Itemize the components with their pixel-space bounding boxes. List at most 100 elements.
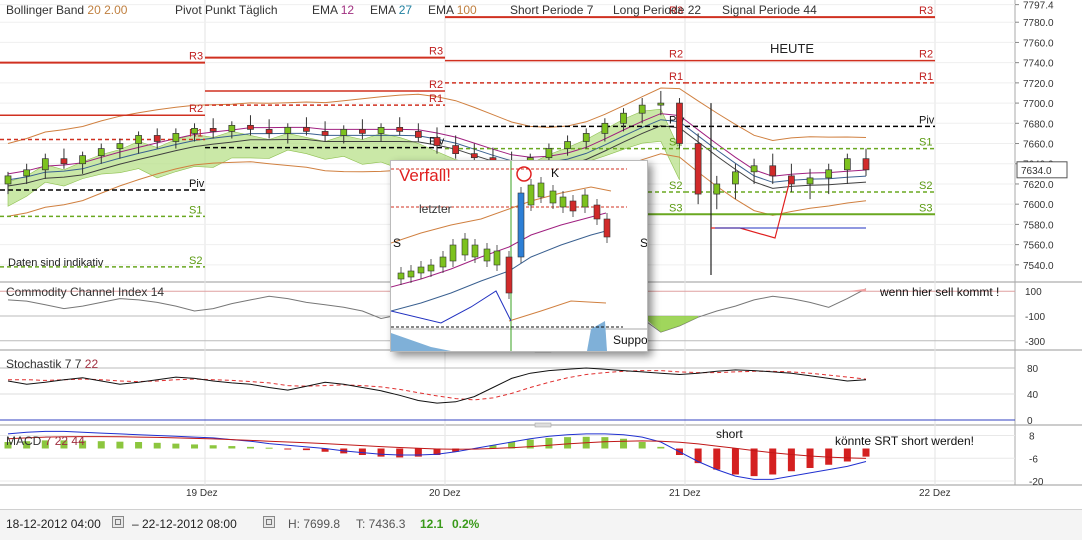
candle-body <box>154 135 160 141</box>
candle-body <box>583 133 589 141</box>
pivot-label-s2: S2 <box>669 180 682 192</box>
candle-body <box>247 125 253 129</box>
stoch-panel-label[interactable]: Stochastik 7 7 22 <box>6 357 98 371</box>
candle-body <box>5 176 11 184</box>
candle-body <box>434 137 440 145</box>
legend-ema-100-label: EMA <box>428 3 453 17</box>
macd-panel-label[interactable]: MACD 7 22 44 <box>6 434 85 448</box>
macd-histogram-bar <box>266 448 273 449</box>
candle-body <box>192 128 198 133</box>
price-tick-label: 7600.0 <box>1023 200 1054 211</box>
candle-body <box>303 127 309 131</box>
date-to[interactable]: 22-12-2012 08:00 <box>142 517 237 531</box>
candle-body <box>714 184 720 194</box>
calendar-to-icon[interactable] <box>263 516 275 528</box>
inset-candle-body <box>440 257 446 267</box>
x-tick-label: 21 Dez <box>669 488 701 499</box>
macd-histogram-bar <box>863 449 870 457</box>
legend-bollinger[interactable]: Bollinger Band 20 2.00 <box>6 3 127 17</box>
legend-signal-period[interactable]: Signal Periode 44 <box>722 3 817 17</box>
inset-candle-body <box>528 185 534 205</box>
stoch-tick-label: 0 <box>1027 416 1033 427</box>
inset-k-label: K <box>551 166 559 180</box>
price-tick-label: 7700.0 <box>1023 99 1054 110</box>
macd-histogram-bar <box>601 437 608 448</box>
date-from[interactable]: 18-12-2012 04:00 <box>6 517 101 531</box>
candle-body <box>80 156 86 164</box>
macd-histogram-bar <box>116 442 123 449</box>
candle-body <box>136 135 142 143</box>
legend-ema-27[interactable]: EMA 27 <box>370 3 412 17</box>
pivot-label-piv: Piv <box>919 114 935 126</box>
macd-histogram-bar <box>844 449 851 462</box>
inset-candle-body <box>570 201 576 211</box>
cci-tick-label: -100 <box>1025 312 1045 323</box>
candle-body <box>210 128 216 131</box>
stoch-param-2: 7 <box>75 357 82 371</box>
pivot-label-r2: R2 <box>669 49 683 61</box>
legend-short-period[interactable]: Short Periode 7 <box>510 3 593 17</box>
candle-body <box>266 129 272 133</box>
pivot-label-r3: R3 <box>429 46 443 58</box>
price-tick-label: 7620.0 <box>1023 180 1054 191</box>
macd-histogram-bar <box>396 449 403 458</box>
macd-histogram-bar <box>303 449 310 451</box>
price-tick-label: 7560.0 <box>1023 241 1054 252</box>
macd-histogram-bar <box>284 449 291 450</box>
candle-body <box>565 142 571 149</box>
legend-ema-100[interactable]: EMA 100 <box>428 3 477 17</box>
stoch-param-3: 22 <box>85 357 98 371</box>
macd-histogram-bar <box>135 442 142 449</box>
legend-ema-12[interactable]: EMA 12 <box>312 3 354 17</box>
calendar-from-icon[interactable] <box>112 516 124 528</box>
pivot-label-r2: R2 <box>429 79 443 91</box>
candle-body <box>397 127 403 131</box>
macd-histogram-bar <box>807 449 814 469</box>
inset-s-left-label: S <box>393 236 401 250</box>
candle-body <box>863 159 869 170</box>
legend-long-value: 22 <box>688 3 701 17</box>
macd-tick-label: -6 <box>1029 454 1038 465</box>
pivot-label-r3: R3 <box>919 5 933 17</box>
candle-body <box>453 146 459 154</box>
price-tick-label: 7580.0 <box>1023 220 1054 231</box>
candle-body <box>676 103 682 143</box>
pivot-label-s1: S1 <box>919 137 932 149</box>
macd-histogram-bar <box>732 449 739 475</box>
inset-candle-body <box>408 271 414 277</box>
inset-candle-body <box>450 245 456 261</box>
legend-ema-100-value: 100 <box>457 3 477 17</box>
macd-histogram-bar <box>154 443 161 449</box>
cci-panel-label[interactable]: Commodity Channel Index 14 <box>6 285 164 299</box>
candle-body <box>378 127 384 133</box>
legend-signal-label: Signal Periode <box>722 3 800 17</box>
legend-ema-27-value: 27 <box>399 3 412 17</box>
status-change: 12.1 <box>420 517 443 531</box>
price-tick-label: 7680.0 <box>1023 119 1054 130</box>
stoch-tick-label: 80 <box>1027 364 1039 375</box>
inset-verfall-label: Verfall! <box>399 166 451 185</box>
candle-body <box>471 154 477 158</box>
inset-candle-body <box>560 197 566 207</box>
pivot-label-r2: R2 <box>919 49 933 61</box>
candle-body <box>61 159 67 164</box>
price-tick-label: 7780.0 <box>1023 18 1054 29</box>
candle-body <box>415 131 421 137</box>
candle-body <box>751 166 757 172</box>
cci-annotation: wenn hier sell kommt ! <box>879 285 999 299</box>
candle-body <box>732 172 738 184</box>
candle-body <box>229 125 235 131</box>
cci-tick-label: 100 <box>1025 287 1042 298</box>
inset-zoom-window: Verfall!letzterKSSSuppo <box>390 160 648 352</box>
pivot-label-s2: S2 <box>919 180 932 192</box>
legend-bollinger-dev: 2.00 <box>104 3 127 17</box>
macd-tick-label: -20 <box>1029 477 1044 488</box>
candle-body <box>639 105 645 113</box>
inset-candle-body <box>594 205 600 219</box>
inset-chart-svg: Verfall!letzterKSSSuppo <box>391 161 647 351</box>
legend-pivot[interactable]: Pivot Punkt Täglich <box>175 3 278 17</box>
inset-letzter-label: letzter <box>419 202 452 216</box>
inset-candle-body <box>484 249 490 261</box>
legend-ema-12-value: 12 <box>341 3 354 17</box>
legend-long-period[interactable]: Long Periode 22 <box>613 3 701 17</box>
